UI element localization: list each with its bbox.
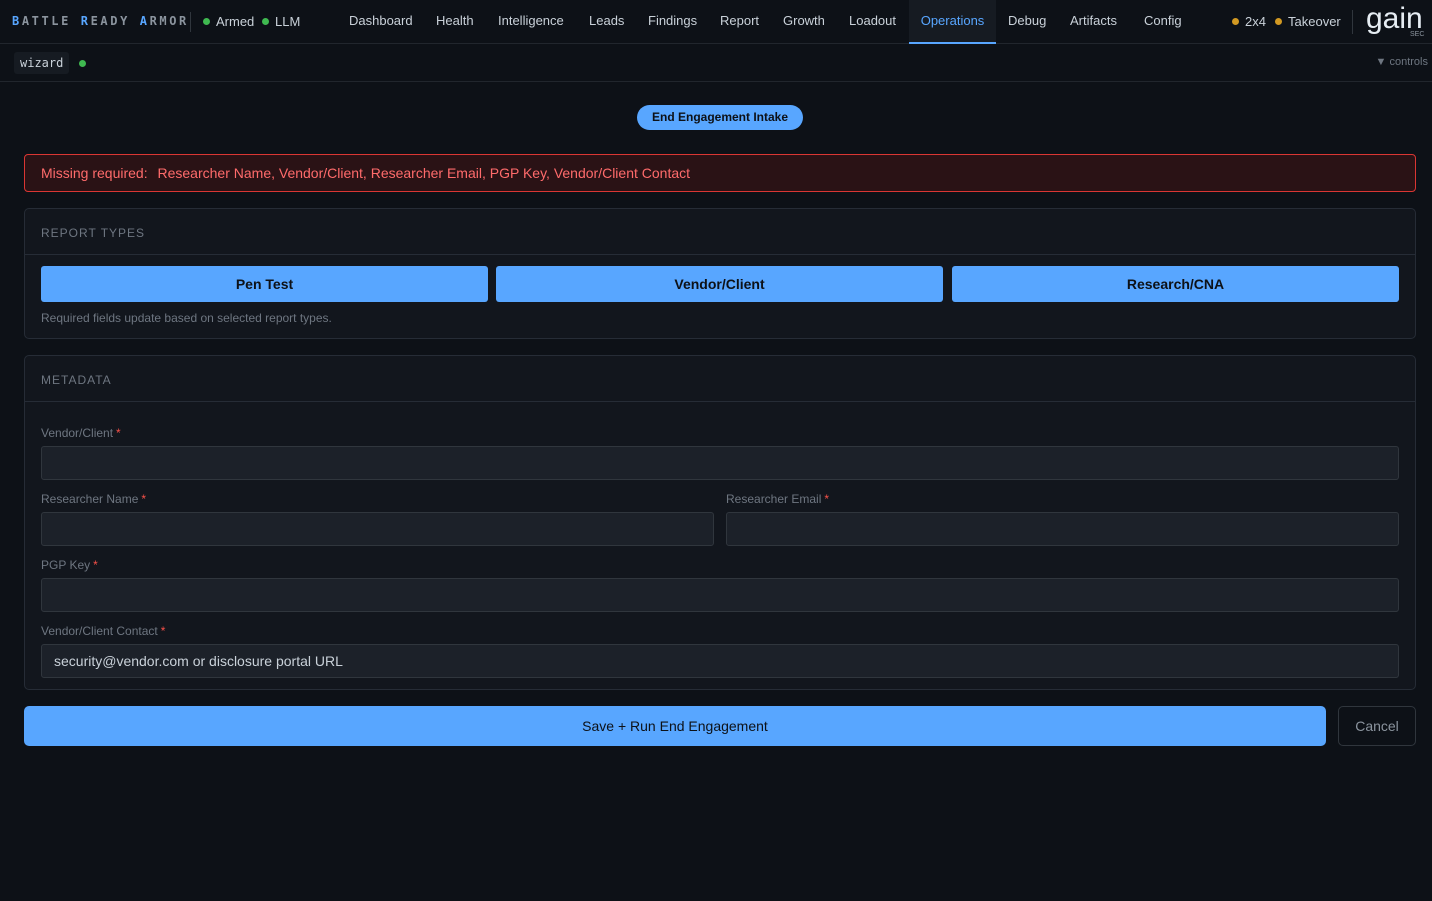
save-run-button[interactable]: Save + Run End Engagement <box>24 706 1326 746</box>
divider <box>190 12 191 32</box>
vendor-client-field[interactable] <box>41 446 1399 480</box>
required-marker: * <box>160 624 166 638</box>
pgp-key-label: PGP Key * <box>41 558 98 572</box>
logo-subtext: SEC <box>1410 31 1424 38</box>
vendor-client-label: Vendor/Client * <box>41 426 121 440</box>
armed-status: Armed <box>203 14 254 29</box>
researcher-email-label: Researcher Email * <box>726 492 829 506</box>
tab-loadout[interactable]: Loadout <box>837 0 908 44</box>
status-dot-icon <box>262 18 269 25</box>
missing-fields-alert: Missing required: Researcher Name, Vendo… <box>24 154 1416 192</box>
required-marker: * <box>141 492 147 506</box>
grid-label: 2x4 <box>1245 14 1266 29</box>
brand-word: RMOR <box>149 14 189 28</box>
brand-wordmark: BATTLE READY ARMOR <box>12 14 189 28</box>
divider <box>1352 10 1353 34</box>
pgp-key-field[interactable] <box>41 578 1399 612</box>
tab-artifacts[interactable]: Artifacts <box>1058 0 1129 44</box>
llm-status: LLM <box>262 14 300 29</box>
controls-toggle[interactable]: ▼ controls <box>1376 56 1428 68</box>
vendor-contact-label: Vendor/Client Contact * <box>41 624 165 638</box>
tab-operations[interactable]: Operations <box>909 0 996 44</box>
brand-initial: A <box>139 14 150 28</box>
alert-items: Researcher Name, Vendor/Client, Research… <box>157 165 691 181</box>
label-text: Researcher Name <box>41 492 139 506</box>
mode-status-dot-icon <box>79 60 86 67</box>
required-marker: * <box>93 558 98 572</box>
brand-initial: R <box>80 14 91 28</box>
takeover-label: Takeover <box>1288 14 1341 29</box>
armed-label: Armed <box>216 14 255 29</box>
vendor-client-button[interactable]: Vendor/Client <box>496 266 943 302</box>
tab-health[interactable]: Health <box>424 0 486 44</box>
metadata-panel: METADATA Vendor/Client * Researcher Name *… <box>24 355 1416 690</box>
pen-test-button[interactable]: Pen Test <box>41 266 488 302</box>
researcher-name-field[interactable] <box>41 512 714 546</box>
researcher-name-label: Researcher Name * <box>41 492 146 506</box>
report-types-panel: REPORT TYPES Pen Test Vendor/Client Rese… <box>24 208 1416 339</box>
label-text: Vendor/Client <box>41 426 114 440</box>
sub-bar: wizard ▼ controls <box>0 45 1432 82</box>
required-marker: * <box>116 426 121 440</box>
tab-debug[interactable]: Debug <box>996 0 1058 44</box>
page-title-pill: End Engagement Intake <box>637 105 803 130</box>
status-dot-icon <box>203 18 210 25</box>
label-text: Vendor/Client Contact <box>41 624 158 638</box>
tab-leads[interactable]: Leads <box>577 0 636 44</box>
brand-word: EADY <box>90 14 130 28</box>
cancel-button[interactable]: Cancel <box>1338 706 1416 746</box>
report-types-hint: Required fields update based on selected… <box>41 311 332 325</box>
panel-header: METADATA <box>25 356 1415 402</box>
tab-findings[interactable]: Findings <box>636 0 709 44</box>
brand-word: ATTLE <box>21 14 71 28</box>
label-text: Researcher Email <box>726 492 822 506</box>
panel-header: REPORT TYPES <box>25 209 1415 255</box>
grid-status: 2x4 <box>1232 14 1266 29</box>
takeover-status[interactable]: Takeover <box>1275 14 1341 29</box>
gainsec-logo: gain SEC <box>1366 2 1424 38</box>
tab-dashboard[interactable]: Dashboard <box>337 0 425 44</box>
brand-initial: B <box>12 14 22 28</box>
alert-prefix: Missing required: <box>41 165 148 181</box>
required-marker: * <box>824 492 830 506</box>
mode-chip: wizard <box>14 52 70 74</box>
status-dot-icon <box>1232 18 1239 25</box>
vendor-contact-field[interactable] <box>41 644 1399 678</box>
label-text: PGP Key <box>41 558 91 572</box>
status-dot-icon <box>1275 18 1282 25</box>
researcher-email-field[interactable] <box>726 512 1399 546</box>
tab-config[interactable]: Config <box>1132 0 1194 44</box>
tab-intelligence[interactable]: Intelligence <box>486 0 576 44</box>
llm-label: LLM <box>275 14 301 29</box>
tab-report[interactable]: Report <box>708 0 771 44</box>
research-cna-button[interactable]: Research/CNA <box>952 266 1399 302</box>
top-nav: BATTLE READY ARMOR Armed LLM Dashboard H… <box>0 0 1432 44</box>
tab-growth[interactable]: Growth <box>771 0 837 44</box>
